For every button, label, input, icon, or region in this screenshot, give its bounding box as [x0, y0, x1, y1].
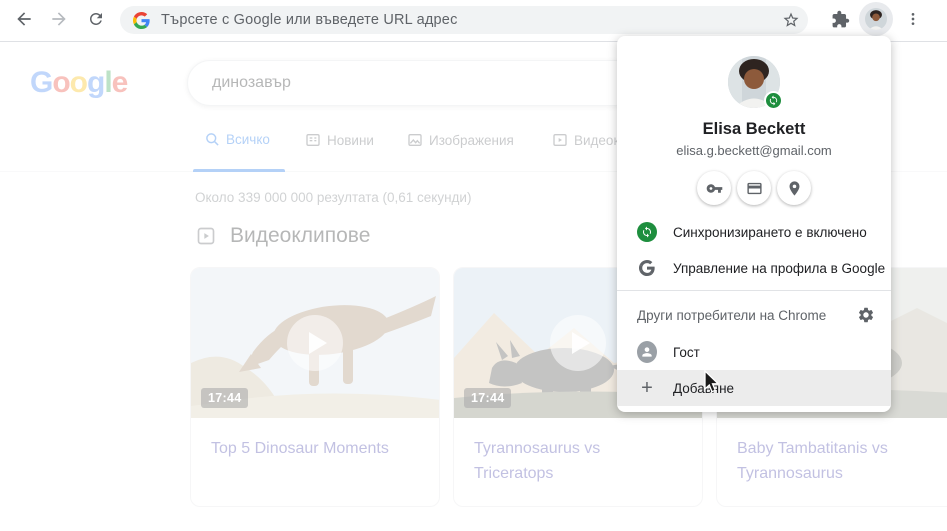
key-icon — [706, 183, 722, 193]
search-input[interactable]: динозавър — [187, 60, 639, 106]
back-icon — [17, 12, 31, 26]
payments-button[interactable] — [737, 171, 771, 205]
news-icon — [306, 134, 320, 146]
tab-label: Новини — [327, 132, 374, 148]
play-button[interactable] — [287, 315, 343, 371]
kebab-menu-icon — [911, 13, 915, 25]
video-thumbnail[interactable]: 17:44 — [191, 268, 439, 418]
video-duration-badge: 17:44 — [464, 388, 512, 408]
refresh-icon — [90, 13, 102, 25]
forward-icon — [52, 12, 66, 26]
logo-letter: G — [30, 66, 53, 99]
results-stats: Около 339 000 000 резултата (0,61 секунд… — [195, 190, 472, 205]
google-g-icon — [133, 11, 150, 29]
sync-badge-icon — [764, 91, 783, 110]
extensions-button[interactable] — [826, 5, 854, 33]
other-users-label: Други потребители на Chrome — [637, 307, 827, 323]
play-button[interactable] — [550, 315, 606, 371]
guest-item[interactable]: Гост — [617, 334, 891, 370]
sync-status-label: Синхронизирането е включено — [673, 224, 867, 240]
google-logo: Google — [30, 66, 129, 100]
google-g-gray-icon — [639, 260, 655, 276]
play-icon — [571, 332, 590, 354]
video-card[interactable]: 17:44 Top 5 Dinosaur Moments — [190, 267, 440, 507]
search-query-text: динозавър — [212, 74, 291, 91]
address-placeholder: Търсете с Google или въведете URL адрес — [161, 12, 458, 28]
sync-icon — [637, 222, 657, 242]
manage-account-item[interactable]: Управление на профила в Google — [617, 250, 891, 286]
logo-letter: o — [52, 66, 70, 99]
mouse-cursor — [703, 369, 721, 399]
plus-icon: + — [641, 377, 653, 399]
video-title-link[interactable]: Tyrannosaurus vs Triceratops — [454, 418, 702, 486]
profile-menu-header: Elisa Beckett elisa.g.beckett@gmail.com — [617, 36, 891, 205]
active-tab-underline — [193, 169, 285, 172]
back-button[interactable] — [10, 5, 38, 33]
profile-name: Elisa Beckett — [702, 120, 806, 138]
logo-letter: e — [111, 66, 129, 99]
tab-images[interactable]: Изображения — [407, 132, 514, 148]
logo-letter: g — [87, 66, 105, 99]
images-icon — [408, 134, 422, 146]
location-pin-icon — [789, 180, 799, 196]
profile-avatar-button[interactable] — [859, 2, 893, 36]
credit-card-icon — [746, 182, 762, 194]
gear-icon[interactable] — [857, 306, 875, 324]
sync-status-item[interactable]: Синхронизирането е включено — [617, 214, 891, 250]
profile-email: elisa.g.beckett@gmail.com — [676, 143, 832, 158]
tab-label: Всичко — [226, 132, 270, 147]
tab-all[interactable]: Всичко — [205, 132, 270, 147]
profile-shortcuts — [617, 171, 891, 205]
star-icon[interactable] — [782, 11, 800, 29]
videos-section-title: Видеоклипове — [230, 224, 371, 247]
play-icon — [308, 332, 327, 354]
addresses-button[interactable] — [777, 171, 811, 205]
videos-section-header: Видеоклипове — [196, 224, 370, 248]
videos-icon — [553, 134, 567, 146]
guest-label: Гост — [673, 344, 700, 360]
logo-letter: l — [104, 66, 112, 99]
tab-news[interactable]: Новини — [305, 132, 374, 148]
browser-window: Google динозавър Всичко Новини Изображен… — [0, 0, 947, 531]
guest-person-icon — [637, 341, 657, 363]
other-users-header: Други потребители на Chrome — [617, 296, 891, 334]
profile-menu: Elisa Beckett elisa.g.beckett@gmail.com — [617, 36, 891, 412]
avatar — [865, 8, 887, 30]
browser-menu-button[interactable] — [899, 5, 927, 33]
manage-account-label: Управление на профила в Google — [673, 260, 886, 276]
add-person-item[interactable]: + Добавяне — [617, 370, 891, 406]
passwords-button[interactable] — [697, 171, 731, 205]
address-bar[interactable]: Търсете с Google или въведете URL адрес — [120, 6, 808, 34]
extensions-puzzle-icon — [832, 10, 849, 27]
video-duration-badge: 17:44 — [201, 388, 249, 408]
video-section-icon — [197, 227, 215, 245]
search-icon — [206, 133, 219, 146]
tab-label: Изображения — [429, 132, 514, 148]
forward-button[interactable] — [45, 5, 73, 33]
refresh-button[interactable] — [82, 5, 110, 33]
logo-letter: o — [69, 66, 88, 99]
video-title-link[interactable]: Baby Tambatitanis vs Tyrannosaurus — [717, 418, 947, 486]
video-title-link[interactable]: Top 5 Dinosaur Moments — [191, 418, 439, 461]
